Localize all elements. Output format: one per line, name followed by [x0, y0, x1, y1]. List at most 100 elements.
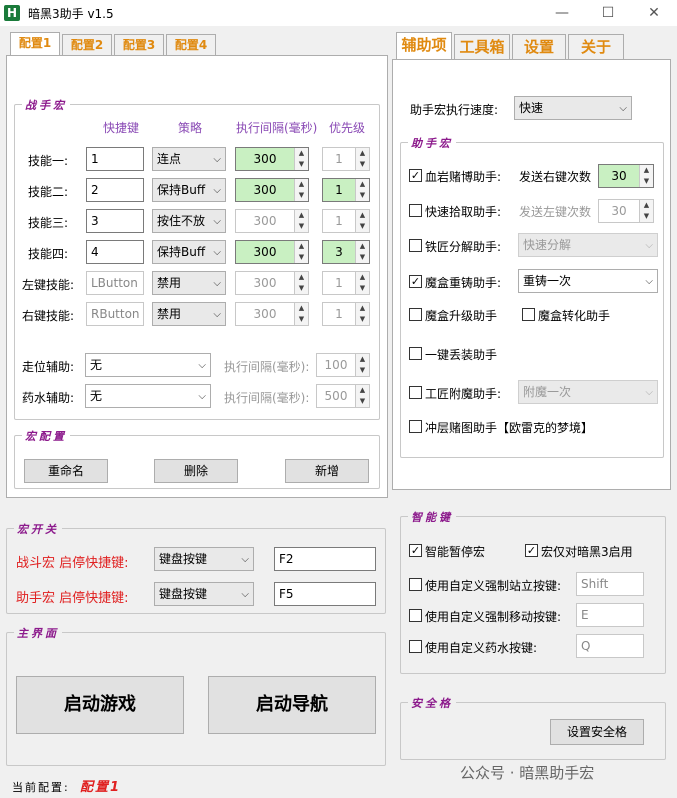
chevron-down-icon: ⌵	[213, 216, 221, 227]
right-skill-key-input[interactable]: RButton	[86, 302, 144, 326]
tab-toolbox[interactable]: 工具箱	[454, 34, 510, 60]
header-interval: 执行间隔(毫秒)	[236, 121, 318, 135]
skill-3-strategy-select[interactable]: 按住不放 ⌵	[152, 209, 226, 233]
left-skill-priority-spinner[interactable]: 1 ▲ ▼	[322, 271, 370, 295]
upgrade-checkbox[interactable]	[409, 308, 422, 321]
helper-toggle-label: 助手宏 启停快捷键:	[16, 591, 129, 606]
potion-key-input[interactable]: Q	[576, 634, 644, 658]
set-safe-grid-button[interactable]: 设置安全格	[550, 719, 644, 745]
spinner-arrows-icon[interactable]: ▲ ▼	[294, 179, 308, 201]
skill-2-strategy-select[interactable]: 保持Buff ⌵	[152, 178, 226, 202]
skill-4-interval-spinner[interactable]: 300 ▲ ▼	[235, 240, 309, 264]
skill-1-priority-spinner[interactable]: 1 ▲ ▼	[322, 147, 370, 171]
spinner-arrows-icon[interactable]: ▲ ▼	[355, 210, 369, 232]
tab-config-1[interactable]: 配置1	[10, 32, 60, 56]
stand-key-input[interactable]: Shift	[576, 572, 644, 596]
battle-toggle-key-input[interactable]: F2	[274, 547, 376, 571]
spinner-arrows-icon[interactable]: ▲ ▼	[294, 272, 308, 294]
safe-grid-label: 安全格	[408, 695, 456, 711]
salvage-checkbox[interactable]	[409, 239, 422, 252]
spinner-arrows-icon[interactable]: ▲ ▼	[294, 241, 308, 263]
blood-rock-checkbox[interactable]: ✓	[409, 169, 422, 182]
quick-pick-checkbox[interactable]	[409, 204, 422, 217]
tab-helper-items[interactable]: 辅助项	[396, 32, 452, 60]
maximize-button[interactable]: ☐	[585, 0, 631, 26]
walk-interval-spinner[interactable]: 100 ▲ ▼	[316, 353, 370, 377]
chevron-down-icon: ⌵	[241, 554, 249, 565]
left-skill-interval-spinner[interactable]: 300 ▲ ▼	[235, 271, 309, 295]
tab-config-3[interactable]: 配置3	[114, 34, 164, 56]
spinner-arrows-icon[interactable]: ▲ ▼	[355, 272, 369, 294]
rift-checkbox[interactable]	[409, 420, 422, 433]
right-skill-priority-value: 1	[335, 307, 343, 321]
salvage-select[interactable]: 快速分解 ⌵	[518, 233, 658, 257]
quick-pick-count-spinner[interactable]: 30 ▲ ▼	[598, 199, 654, 223]
spinner-arrows-icon[interactable]: ▲ ▼	[639, 200, 653, 222]
reforge-checkbox[interactable]: ✓	[409, 275, 422, 288]
skill-4-priority-spinner[interactable]: 3 ▲ ▼	[322, 240, 370, 264]
blood-rock-sub-label: 发送右键次数	[519, 170, 592, 184]
spinner-arrows-icon[interactable]: ▲ ▼	[355, 385, 369, 407]
spinner-arrows-icon[interactable]: ▲ ▼	[294, 148, 308, 170]
d3-only-checkbox[interactable]: ✓	[525, 544, 538, 557]
skill-3-key-input[interactable]: 3	[86, 209, 144, 233]
reforge-select[interactable]: 重铸一次 ⌵	[518, 269, 658, 293]
spinner-arrows-icon[interactable]: ▲ ▼	[355, 354, 369, 376]
minimize-button[interactable]: —	[539, 0, 585, 26]
skill-1-key-input[interactable]: 1	[86, 147, 144, 171]
spinner-arrows-icon[interactable]: ▲ ▼	[355, 148, 369, 170]
skill-3-priority-spinner[interactable]: 1 ▲ ▼	[322, 209, 370, 233]
title-bar[interactable]: H 暗黑3助手 v1.5 — ☐ ✕	[0, 0, 677, 26]
left-skill-key-input[interactable]: LButton	[86, 271, 144, 295]
move-key-input[interactable]: E	[576, 603, 644, 627]
speed-select[interactable]: 快速 ⌵	[514, 96, 632, 120]
move-key-checkbox[interactable]	[409, 609, 422, 622]
potion-key-checkbox[interactable]	[409, 640, 422, 653]
tab-config-2[interactable]: 配置2	[62, 34, 112, 56]
quick-pick-sub-label: 发送左键次数	[519, 205, 592, 219]
skill-2-interval-spinner[interactable]: 300 ▲ ▼	[235, 178, 309, 202]
spinner-arrows-icon[interactable]: ▲ ▼	[294, 303, 308, 325]
skill-3-label: 技能三:	[28, 216, 69, 230]
skill-4-strategy-select[interactable]: 保持Buff ⌵	[152, 240, 226, 264]
spinner-arrows-icon[interactable]: ▲ ▼	[639, 165, 653, 187]
tab-config-4[interactable]: 配置4	[166, 34, 216, 56]
close-button[interactable]: ✕	[631, 0, 677, 26]
enchant-checkbox[interactable]	[409, 386, 422, 399]
spinner-arrows-icon[interactable]: ▲ ▼	[355, 179, 369, 201]
start-nav-button[interactable]: 启动导航	[208, 676, 376, 734]
spinner-arrows-icon[interactable]: ▲ ▼	[355, 241, 369, 263]
convert-checkbox[interactable]	[522, 308, 535, 321]
skill-4-key-input[interactable]: 4	[86, 240, 144, 264]
delete-button[interactable]: 删除	[154, 459, 238, 483]
right-skill-interval-spinner[interactable]: 300 ▲ ▼	[235, 302, 309, 326]
spinner-arrows-icon[interactable]: ▲ ▼	[294, 210, 308, 232]
right-skill-priority-spinner[interactable]: 1 ▲ ▼	[322, 302, 370, 326]
skill-3-interval-spinner[interactable]: 300 ▲ ▼	[235, 209, 309, 233]
potion-interval-spinner[interactable]: 500 ▲ ▼	[316, 384, 370, 408]
skill-1-interval-spinner[interactable]: 300 ▲ ▼	[235, 147, 309, 171]
rename-button[interactable]: 重命名	[24, 459, 108, 483]
enchant-select[interactable]: 附魔一次 ⌵	[518, 380, 658, 404]
right-skill-strategy-select[interactable]: 禁用 ⌵	[152, 302, 226, 326]
skill-2-priority-spinner[interactable]: 1 ▲ ▼	[322, 178, 370, 202]
walk-assist-select[interactable]: 无 ⌵	[85, 353, 211, 377]
blood-rock-count-spinner[interactable]: 30 ▲ ▼	[598, 164, 654, 188]
add-button[interactable]: 新增	[285, 459, 369, 483]
auto-pause-checkbox[interactable]: ✓	[409, 544, 422, 557]
battle-toggle-type-select[interactable]: 键盘按键 ⌵	[154, 547, 254, 571]
start-game-button[interactable]: 启动游戏	[16, 676, 184, 734]
drop-gear-checkbox[interactable]	[409, 347, 422, 360]
skill-2-key-input[interactable]: 2	[86, 178, 144, 202]
tab-settings[interactable]: 设置	[512, 34, 566, 60]
helper-toggle-type-select[interactable]: 键盘按键 ⌵	[154, 582, 254, 606]
helper-toggle-key-input[interactable]: F5	[274, 582, 376, 606]
stand-key-checkbox[interactable]	[409, 578, 422, 591]
skill-1-strategy-select[interactable]: 连点 ⌵	[152, 147, 226, 171]
potion-assist-select[interactable]: 无 ⌵	[85, 384, 211, 408]
spinner-arrows-icon[interactable]: ▲ ▼	[355, 303, 369, 325]
tab-about[interactable]: 关于	[568, 34, 624, 60]
skill-1-priority-value: 1	[335, 152, 343, 166]
left-skill-strategy-select[interactable]: 禁用 ⌵	[152, 271, 226, 295]
reforge-label: 魔盒重铸助手:	[425, 276, 502, 290]
